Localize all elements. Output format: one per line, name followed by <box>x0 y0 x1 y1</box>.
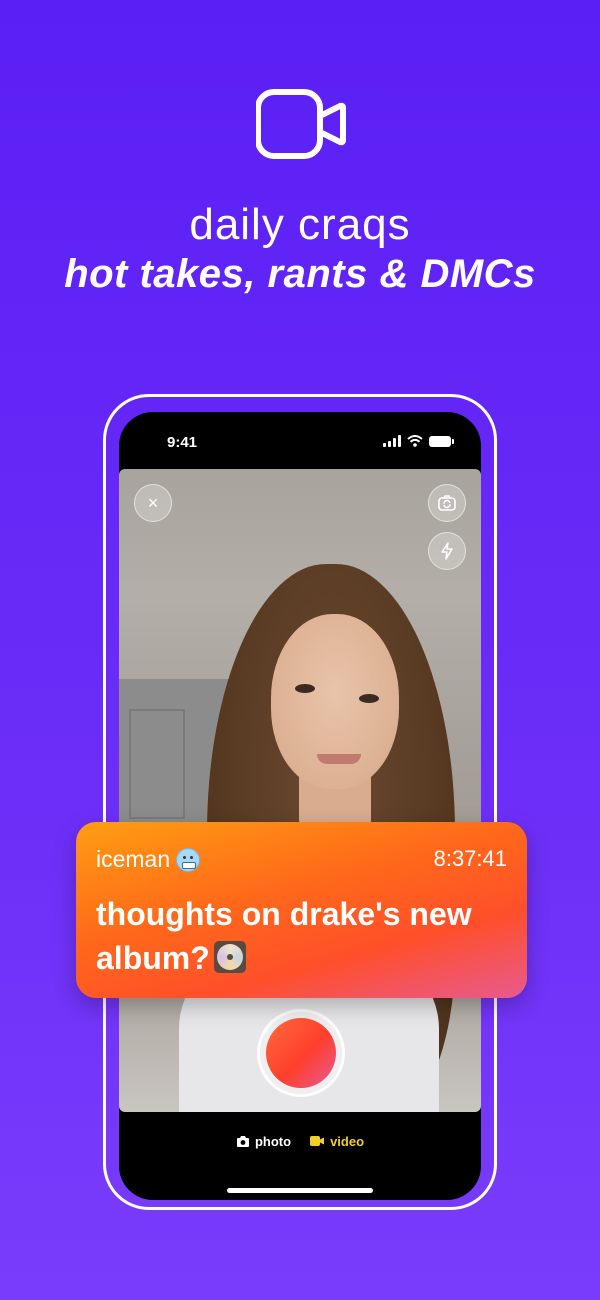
battery-icon <box>429 435 454 447</box>
status-time: 9:41 <box>167 434 198 451</box>
wifi-icon <box>407 435 423 447</box>
tagline: hot takes, rants & DMCs <box>64 252 536 296</box>
flip-camera-button[interactable] <box>428 484 466 522</box>
camera-flip-icon <box>438 495 456 511</box>
close-button[interactable]: × <box>134 484 172 522</box>
prompt-author: iceman <box>96 846 201 873</box>
home-indicator[interactable] <box>227 1188 373 1193</box>
camera-preview: × <box>119 469 481 1112</box>
mode-video[interactable]: video <box>309 1134 364 1149</box>
headline: daily craqs <box>189 200 411 249</box>
person-mouth <box>317 754 361 764</box>
person-eye-right <box>359 694 379 703</box>
camera-icon <box>236 1135 249 1147</box>
prompt-timer: 8:37:41 <box>433 846 507 871</box>
signal-icon <box>383 435 401 447</box>
record-button-core <box>266 1018 336 1088</box>
flash-button[interactable] <box>428 532 466 570</box>
mode-photo-label: photo <box>254 1133 292 1149</box>
cold-face-emoji-icon <box>176 847 201 872</box>
video-camera-icon <box>256 89 346 159</box>
status-icons <box>383 434 454 448</box>
video-icon <box>310 1136 325 1146</box>
prompt-card: iceman 8:37:41 thoughts on drake's new a… <box>76 822 527 998</box>
mode-video-label: video <box>330 1133 365 1149</box>
mode-photo[interactable]: photo <box>236 1134 291 1149</box>
prompt-question-text: thoughts on drake's new album? <box>96 896 472 976</box>
flash-icon <box>441 542 453 560</box>
status-bar: 9:41 <box>119 412 481 468</box>
record-button[interactable] <box>257 1009 345 1097</box>
person-eye-left <box>295 684 315 693</box>
prompt-username: iceman <box>96 846 171 872</box>
cd-emoji-icon <box>213 941 246 973</box>
capture-mode-bar: photo video <box>119 1130 481 1152</box>
prompt-question: thoughts on drake's new album? <box>96 892 516 980</box>
close-icon: × <box>147 493 159 513</box>
phone-screen: 9:41 × photo video <box>119 412 481 1200</box>
